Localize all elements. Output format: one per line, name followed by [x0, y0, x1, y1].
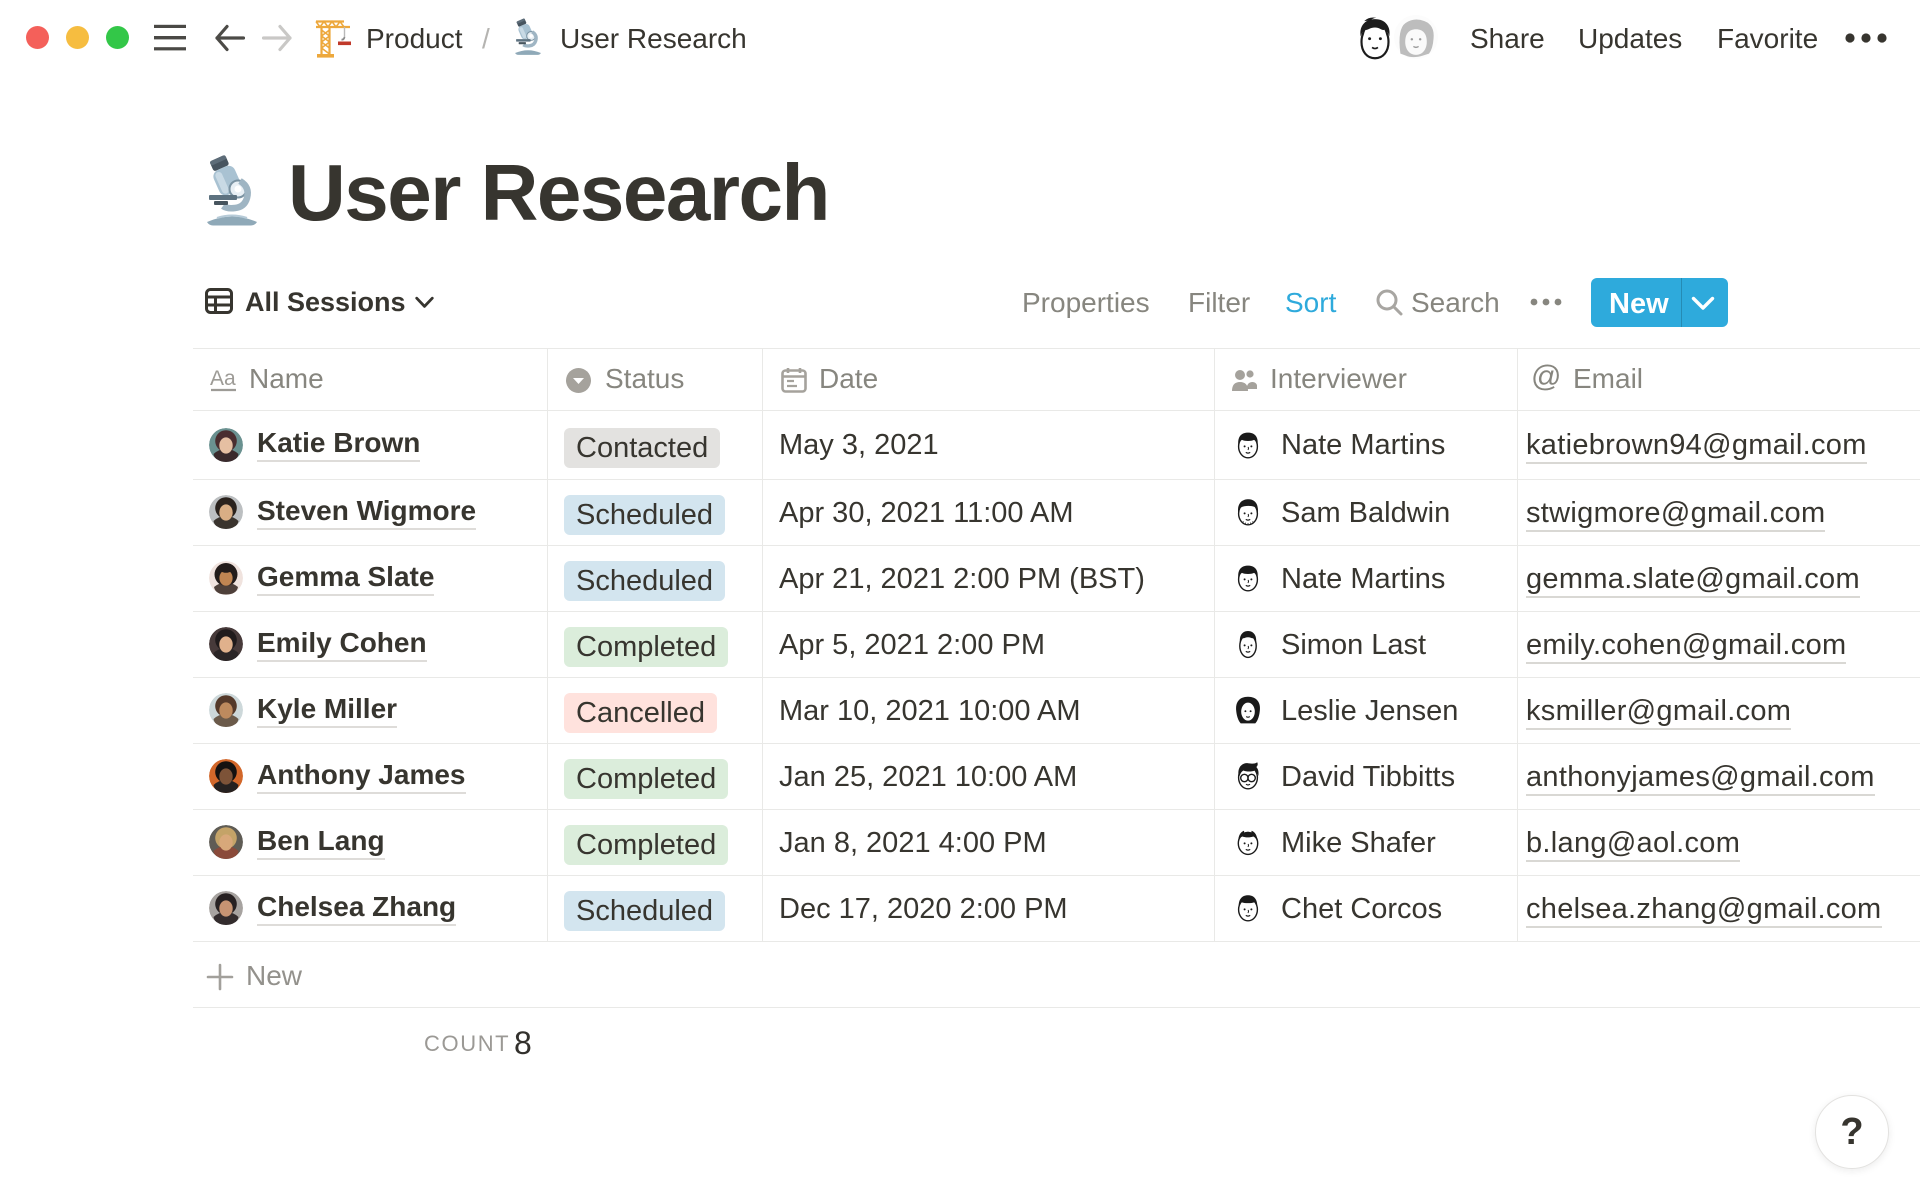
- svg-text:Aa: Aa: [210, 367, 236, 390]
